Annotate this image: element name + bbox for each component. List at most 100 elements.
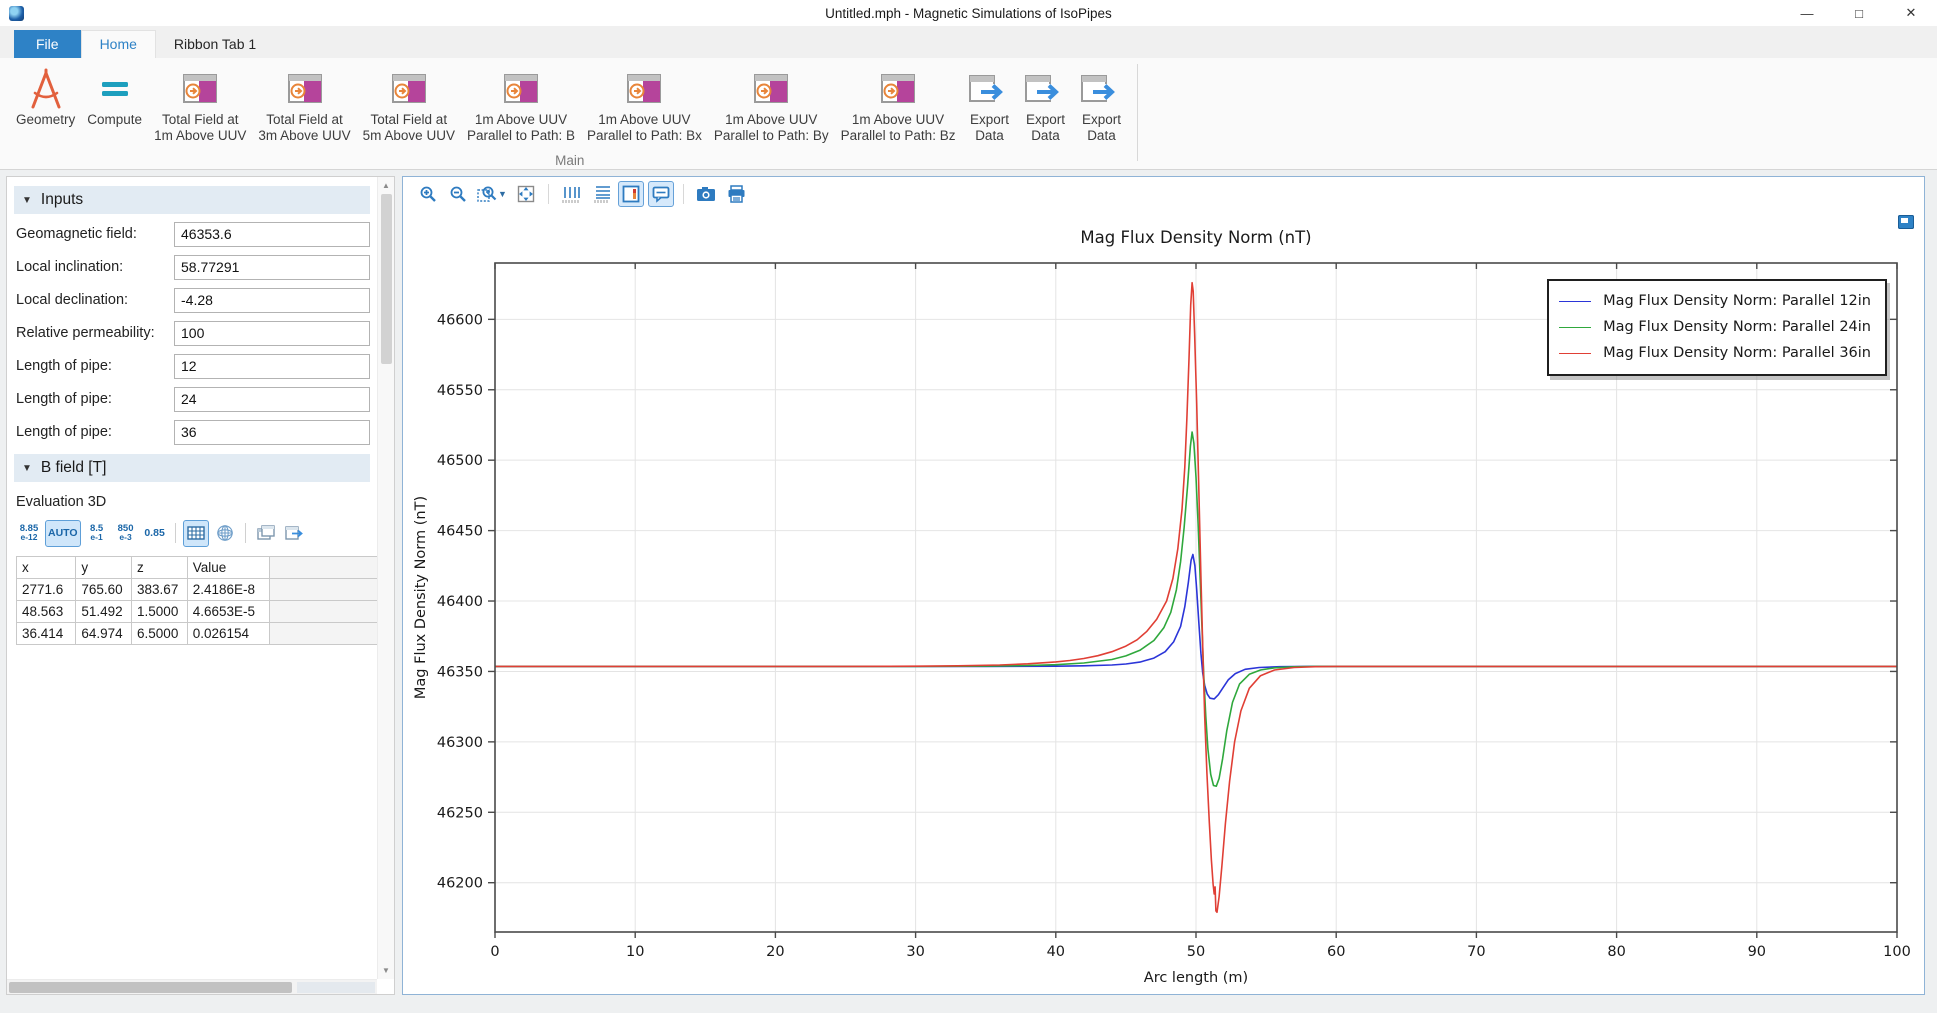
table-header-y[interactable]: y [76,557,132,579]
ribbon-button-label: 1m Above UUV Parallel to Path: B [467,112,575,144]
field-label-length-of-pipe-24: Length of pipe: [16,391,174,407]
field-input-local-inclination[interactable] [174,255,370,280]
show-legends-button[interactable] [618,181,644,207]
zoom-box-button[interactable]: ▼ [475,181,509,207]
field-input-length-of-pipe-12[interactable] [174,354,370,379]
table-cell: 4.6653E-5 [187,601,270,623]
field-row-geomagnetic-field: Geomagnetic field: [16,221,370,247]
notation-850e-3-button[interactable]: 850e-3 [113,520,139,547]
svg-text:46300: 46300 [437,735,483,751]
toolbar-separator [245,523,246,543]
table-cell: 6.5000 [132,623,188,645]
ribbon-button-parallel-path-b[interactable]: 1m Above UUV Parallel to Path: B [461,64,581,146]
chevron-down-icon[interactable]: ▼ [498,189,507,199]
ribbon-button-export-data-2[interactable]: Export Data [1017,64,1073,146]
ribbon-button-export-data-3[interactable]: Export Data [1073,64,1129,146]
vertical-scrollbar[interactable]: ▲ ▼ [377,177,394,979]
svg-text:0: 0 [490,944,499,960]
scroll-up-icon[interactable]: ▲ [382,177,390,194]
notation-0-85-button[interactable]: 0.85 [142,520,168,547]
field-input-geomagnetic-field[interactable] [174,222,370,247]
compass-icon [25,66,67,112]
snapshot-button[interactable] [693,181,719,207]
field-label-local-declination: Local declination: [16,292,174,308]
copy-table-button[interactable] [253,520,279,547]
svg-text:80: 80 [1607,944,1625,960]
zoom-out-button[interactable] [445,181,471,207]
vertical-scrollbar-thumb[interactable] [381,194,392,364]
tab-ribbon-tab-1[interactable]: Ribbon Tab 1 [156,31,274,58]
table-row[interactable]: 36.41464.9746.50000.026154 [17,623,378,645]
x-axis-grid-icon [561,185,581,203]
table-row[interactable]: 48.56351.4921.50004.6653E-5 [17,601,378,623]
ribbon-button-label: Geometry [16,112,75,128]
winexport-icon [285,525,305,541]
table-cell: 64.974 [76,623,132,645]
ribbon-button-total-field-5m[interactable]: Total Field at 5m Above UUV [357,64,461,146]
x-axis-grid-button[interactable] [558,181,584,207]
ribbon-button-label: 1m Above UUV Parallel to Path: Bz [841,112,956,144]
tab-home[interactable]: Home [81,30,156,58]
svg-text:30: 30 [906,944,924,960]
field-label-geomagnetic-field: Geomagnetic field: [16,226,174,242]
exportwin-icon [967,66,1011,112]
ribbon-tab-bar: FileHomeRibbon Tab 1 [0,27,1937,58]
ribbon-group-label: Main [555,153,584,168]
notation-8-85e-12-button[interactable]: 8.85e-12 [16,520,42,547]
window-title: Untitled.mph - Magnetic Simulations of I… [0,6,1937,21]
horizontal-scrollbar-thumb[interactable] [9,982,292,993]
show-tooltips-icon [652,185,670,203]
sphere-view-button[interactable] [212,520,238,547]
table-header-filler [270,557,377,579]
field-input-length-of-pipe-24[interactable] [174,387,370,412]
table-cell: 0.026154 [187,623,270,645]
ribbon-button-parallel-path-bz[interactable]: 1m Above UUV Parallel to Path: Bz [835,64,962,146]
ribbon-button-label: Export Data [970,112,1009,144]
table-header-x[interactable]: x [17,557,76,579]
print-icon [727,185,746,203]
horizontal-scrollbar[interactable] [7,979,377,994]
table-view-button[interactable] [183,520,209,547]
ribbon-button-geometry[interactable]: Geometry [10,64,81,130]
ribbon-button-parallel-path-bx[interactable]: 1m Above UUV Parallel to Path: Bx [581,64,708,146]
table-row[interactable]: 2771.6765.60383.672.4186E-8 [17,579,378,601]
ribbon-button-parallel-path-by[interactable]: 1m Above UUV Parallel to Path: By [708,64,835,146]
field-input-length-of-pipe-36[interactable] [174,420,370,445]
show-legends-icon [622,185,640,203]
zoom-in-button[interactable] [415,181,441,207]
scroll-down-icon[interactable]: ▼ [382,962,390,979]
section-header-b-field[interactable]: ▼B field [T] [14,454,370,482]
evaluation-3d-label: Evaluation 3D [16,494,368,510]
table-header-z[interactable]: z [132,557,188,579]
zoom-extents-button[interactable] [513,181,539,207]
ribbon-button-total-field-3m[interactable]: Total Field at 3m Above UUV [252,64,356,146]
toolbar-separator [175,523,176,543]
plotwin-icon [624,66,664,112]
notation-8-5e-1-button[interactable]: 8.5e-1 [84,520,110,547]
tab-file[interactable]: File [14,30,81,58]
table-header-value[interactable]: Value [187,557,270,579]
table-cell-filler [270,601,377,623]
evaluation-toolbar: 8.85e-12AUTO8.5e-1850e-30.85 [16,518,371,548]
section-header-inputs[interactable]: ▼Inputs [14,186,370,214]
svg-text:46400: 46400 [437,594,483,610]
show-tooltips-button[interactable] [648,181,674,207]
print-button[interactable] [723,181,749,207]
ribbon-button-total-field-1m[interactable]: Total Field at 1m Above UUV [148,64,252,146]
ribbon-button-label: Total Field at 3m Above UUV [258,112,350,144]
field-input-relative-permeability[interactable] [174,321,370,346]
legend-label: Mag Flux Density Norm: Parallel 36in [1603,345,1871,361]
export-table-button[interactable] [282,520,308,547]
notation-auto-button[interactable]: AUTO [45,520,81,547]
plotwin-icon [751,66,791,112]
svg-text:10: 10 [626,944,644,960]
ribbon-button-export-data-1[interactable]: Export Data [961,64,1017,146]
svg-text:50: 50 [1187,944,1205,960]
y-axis-grid-button[interactable] [588,181,614,207]
zoom-box-icon [477,185,497,203]
ribbon-button-label: Total Field at 5m Above UUV [363,112,455,144]
ribbon-button-compute[interactable]: Compute [81,64,148,130]
float-window-icon[interactable] [1898,215,1914,229]
table-cell-filler [270,579,377,601]
field-input-local-declination[interactable] [174,288,370,313]
